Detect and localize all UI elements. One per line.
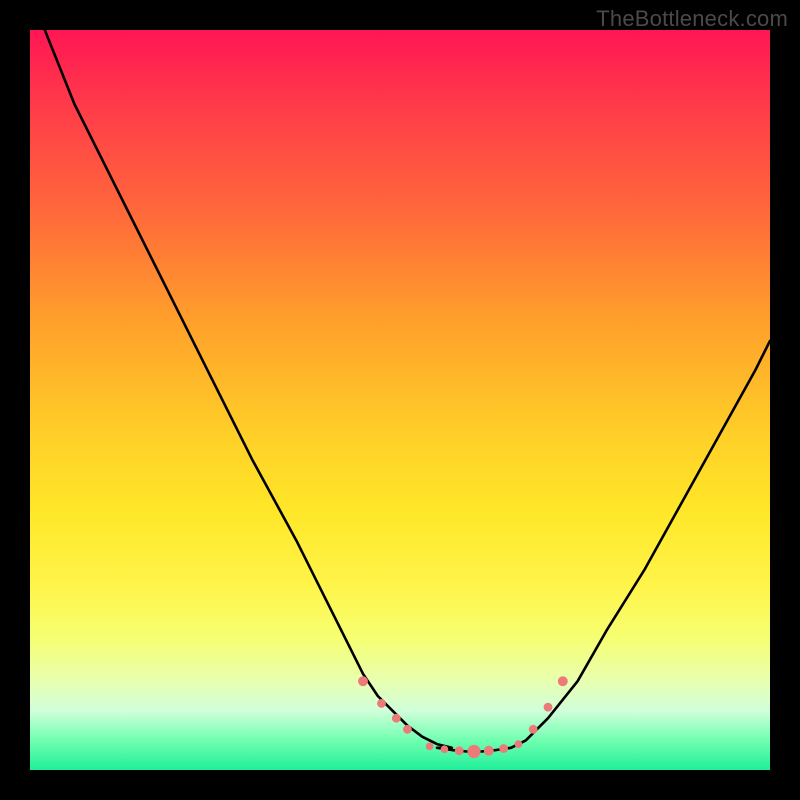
marker-point bbox=[558, 676, 568, 686]
watermark-text: TheBottleneck.com bbox=[596, 6, 788, 32]
marker-point bbox=[455, 746, 464, 755]
marker-point bbox=[515, 740, 523, 748]
marker-point bbox=[392, 714, 401, 723]
marker-point bbox=[377, 699, 386, 708]
bottleneck-curve bbox=[45, 30, 770, 752]
marker-point bbox=[484, 746, 494, 756]
marker-point bbox=[529, 725, 538, 734]
marker-point bbox=[441, 745, 449, 753]
chart-svg bbox=[30, 30, 770, 770]
marker-point bbox=[403, 725, 412, 734]
marker-point bbox=[467, 745, 480, 758]
marker-point bbox=[544, 703, 553, 712]
plot-area bbox=[30, 30, 770, 770]
chart-frame: TheBottleneck.com bbox=[0, 0, 800, 800]
marker-group bbox=[358, 676, 568, 758]
marker-point bbox=[358, 676, 368, 686]
marker-point bbox=[499, 744, 508, 753]
marker-point bbox=[426, 742, 434, 750]
